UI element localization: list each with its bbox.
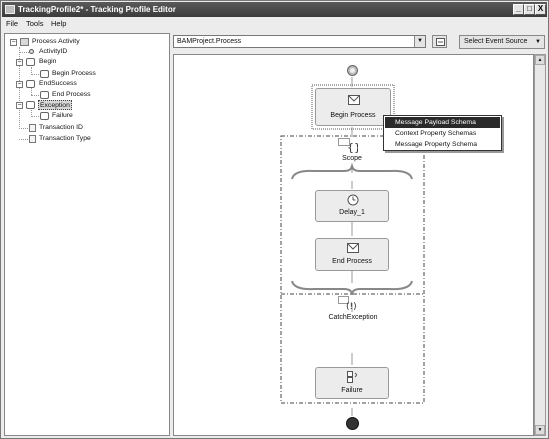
tree-node-activityid[interactable]: ActivityID: [39, 47, 67, 57]
shape-icon: [26, 80, 35, 88]
shape-icon: [26, 101, 35, 109]
send-icon: [347, 243, 359, 253]
window-title: TrackingProfile2* - Tracking Profile Edi…: [18, 5, 176, 14]
tree-expander[interactable]: −: [10, 39, 17, 46]
vertical-scrollbar[interactable]: ▲ ▼: [534, 54, 546, 436]
orchestration-canvas[interactable]: Begin Process {} Scope Delay_1: [173, 54, 534, 436]
tree-expander[interactable]: −: [16, 102, 23, 109]
end-process-shape[interactable]: End Process: [315, 238, 389, 271]
tree-connector: [19, 128, 28, 129]
begin-process-shape[interactable]: Begin Process: [315, 88, 391, 126]
tree-node-endsuccess[interactable]: EndSuccess: [39, 79, 77, 89]
menu-item-message-payload-schema[interactable]: Message Payload Schema: [385, 117, 500, 128]
menu-item-context-property-schemas[interactable]: Context Property Schemas: [385, 128, 500, 139]
tree-node-process-activity[interactable]: Process Activity: [32, 37, 80, 47]
receive-icon: [348, 95, 360, 105]
scroll-up-icon[interactable]: ▲: [535, 55, 545, 65]
maximize-button[interactable]: □: [524, 4, 535, 15]
tree-node-transaction-type[interactable]: Transaction Type: [39, 134, 91, 144]
select-event-source-button[interactable]: Select Event Source ▼: [459, 35, 545, 49]
end-node[interactable]: [346, 417, 359, 430]
scope-icon: {}: [347, 141, 358, 153]
begin-process-label: Begin Process: [330, 112, 376, 119]
tree-expander[interactable]: −: [16, 59, 23, 66]
minimize-button[interactable]: _: [513, 4, 524, 15]
tree-node-begin-process[interactable]: Begin Process: [52, 69, 96, 79]
construct-icon: [347, 371, 357, 383]
svg-text:(!): (!): [346, 302, 357, 311]
doc-icon: [29, 124, 36, 132]
start-node-inner: [350, 68, 355, 73]
tree-connector: [31, 95, 39, 96]
clock-icon: [347, 194, 359, 206]
doc-icon: [29, 135, 36, 143]
svg-text:{}: {}: [347, 141, 358, 153]
tree-expander[interactable]: −: [16, 81, 23, 88]
tree-node-end-process[interactable]: End Process: [52, 90, 91, 100]
tree-connector: [31, 87, 32, 95]
menu-tools[interactable]: Tools: [26, 19, 44, 28]
menu-help[interactable]: Help: [51, 19, 66, 28]
menu-item-message-property-schema[interactable]: Message Property Schema: [385, 139, 500, 150]
failure-shape[interactable]: Failure: [315, 367, 389, 399]
tracking-data-tree[interactable]: − Process Activity ActivityID − Begin Be…: [4, 33, 170, 436]
folder-icon: [20, 38, 29, 46]
tree-connector: [19, 139, 28, 140]
menu-file[interactable]: File: [6, 19, 18, 28]
delay-shape[interactable]: Delay_1: [315, 190, 389, 222]
tracking-profile-editor-window: TrackingProfile2* - Tracking Profile Edi…: [0, 0, 549, 439]
tree-connector: [31, 74, 39, 75]
magnifier-icon: [436, 38, 445, 46]
catch-exception-label: CatchException: [328, 314, 378, 321]
title-bar[interactable]: TrackingProfile2* - Tracking Profile Edi…: [2, 2, 547, 17]
menu-bar: File Tools Help: [2, 17, 547, 30]
shape-icon: [26, 58, 35, 66]
shape-icon: [40, 112, 49, 120]
shape-icon: [40, 70, 49, 78]
tree-connector: [31, 116, 39, 117]
chevron-down-icon: ▼: [535, 39, 541, 45]
find-button[interactable]: [432, 35, 447, 48]
scope-label: Scope: [342, 155, 362, 162]
app-icon: [5, 5, 15, 14]
tree-node-transaction-id[interactable]: Transaction ID: [39, 123, 83, 133]
chevron-down-icon[interactable]: ▼: [414, 36, 425, 47]
failure-label: Failure: [341, 387, 363, 394]
process-combobox-value: BAMProject.Process: [177, 38, 242, 45]
shape-icon: [40, 91, 49, 99]
delay-label: Delay_1: [339, 209, 365, 216]
key-icon: [29, 49, 34, 54]
end-process-label: End Process: [332, 258, 372, 265]
scroll-down-icon[interactable]: ▼: [535, 425, 545, 435]
process-combobox[interactable]: BAMProject.Process ▼: [173, 35, 426, 48]
tree-node-exception[interactable]: Exception: [38, 100, 72, 110]
select-event-source-label: Select Event Source: [464, 38, 528, 45]
close-button[interactable]: X: [535, 4, 546, 15]
tree-connector: [19, 52, 29, 53]
tree-node-begin[interactable]: Begin: [39, 57, 56, 67]
tree-node-failure[interactable]: Failure: [52, 111, 73, 121]
orchestration-pane: BAMProject.Process ▼ Select Event Source…: [173, 33, 546, 436]
context-menu: Message Payload Schema Context Property …: [383, 115, 502, 151]
exception-icon: (!): [346, 302, 357, 311]
